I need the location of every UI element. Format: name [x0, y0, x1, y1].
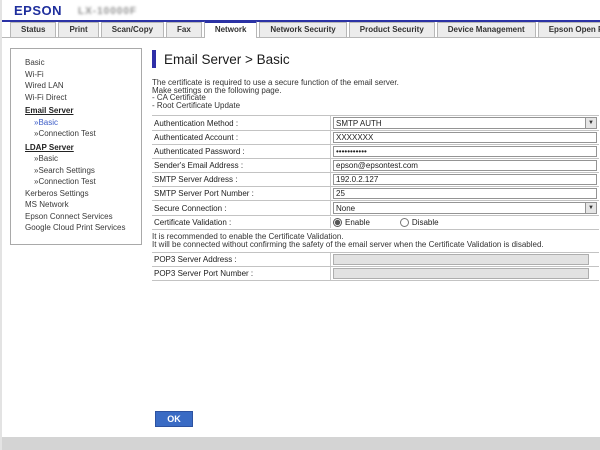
- dropdown-arrow-icon: ▼: [585, 118, 596, 128]
- form-row: Sender's Email Address :: [152, 159, 599, 173]
- tab-status[interactable]: Status: [10, 22, 56, 37]
- description-line: - Root Certificate Update: [152, 102, 599, 110]
- form-row: Authenticated Account :: [152, 131, 599, 145]
- form-row: Secure Connection : None ▼: [152, 201, 599, 216]
- title-accent-bar: [152, 50, 156, 68]
- epson-logo: EPSON: [14, 3, 62, 18]
- sidebar-item-ldap-basic[interactable]: »Basic: [25, 153, 137, 165]
- tab-product-security[interactable]: Product Security: [349, 22, 435, 37]
- field-label: Authenticated Password :: [152, 147, 330, 156]
- field-label: Authenticated Account :: [152, 133, 330, 142]
- tab-fax[interactable]: Fax: [166, 22, 202, 37]
- sidebar-item-google-cloud-print-services[interactable]: Google Cloud Print Services: [25, 222, 137, 234]
- description: The certificate is required to use a sec…: [152, 79, 599, 109]
- dropdown-arrow-icon: ▼: [585, 203, 596, 213]
- tab-device-management[interactable]: Device Management: [437, 22, 536, 37]
- field-label: Secure Connection :: [152, 204, 330, 213]
- pop3-form: POP3 Server Address : POP3 Server Port N…: [152, 252, 599, 281]
- tab-network[interactable]: Network: [204, 21, 258, 38]
- printer-model-label: LX-10000F: [78, 6, 137, 17]
- certificate-validation-note: It is recommended to enable the Certific…: [152, 233, 599, 248]
- field-label: SMTP Server Address :: [152, 175, 330, 184]
- sidebar-item-basic[interactable]: Basic: [25, 57, 137, 69]
- sidebar-item-wifi-direct[interactable]: Wi-Fi Direct: [25, 92, 137, 104]
- form-row: Certificate Validation : Enable Disable: [152, 216, 599, 230]
- field-label: SMTP Server Port Number :: [152, 189, 330, 198]
- form-row: POP3 Server Port Number :: [152, 267, 599, 281]
- certificate-validation-radio-group: Enable Disable: [333, 218, 465, 227]
- authenticated-account-input[interactable]: [333, 132, 597, 143]
- field-label: Authentication Method :: [152, 119, 330, 128]
- cert-validation-enable-option[interactable]: Enable: [333, 218, 370, 227]
- tab-bar: Status Print Scan/Copy Fax Network Netwo…: [2, 22, 600, 38]
- authentication-method-select[interactable]: SMTP AUTH ▼: [333, 117, 597, 129]
- sidebar-item-ldap-search-settings[interactable]: »Search Settings: [25, 165, 137, 177]
- header: EPSON LX-10000F: [2, 0, 600, 20]
- tab-print[interactable]: Print: [58, 22, 98, 37]
- sidebar-item-wired-lan[interactable]: Wired LAN: [25, 80, 137, 92]
- field-label: Certificate Validation :: [152, 218, 330, 227]
- pop3-server-port-input[interactable]: [333, 268, 589, 279]
- smtp-server-address-input[interactable]: [333, 174, 597, 185]
- smtp-server-port-input[interactable]: [333, 188, 597, 199]
- cert-validation-enable-radio[interactable]: [333, 218, 342, 227]
- tab-scan-copy[interactable]: Scan/Copy: [101, 22, 164, 37]
- main-panel: Email Server > Basic The certificate is …: [152, 50, 599, 281]
- note-line: It will be connected without confirming …: [152, 241, 599, 249]
- sidebar-item-epson-connect-services[interactable]: Epson Connect Services: [25, 211, 137, 223]
- sidebar-item-ldap-connection-test[interactable]: »Connection Test: [25, 176, 137, 188]
- sidebar-section-email-server[interactable]: Email Server: [25, 105, 137, 117]
- pop3-server-address-input[interactable]: [333, 254, 589, 265]
- email-server-form: Authentication Method : SMTP AUTH ▼ Auth…: [152, 115, 599, 230]
- form-row: POP3 Server Address :: [152, 253, 599, 267]
- form-row: SMTP Server Port Number :: [152, 187, 599, 201]
- authenticated-password-input[interactable]: [333, 146, 597, 157]
- sidebar-item-email-server-basic[interactable]: »Basic: [25, 117, 137, 129]
- page-title: Email Server > Basic: [164, 52, 290, 67]
- sidebar: Basic Wi-Fi Wired LAN Wi-Fi Direct Email…: [10, 48, 142, 245]
- tab-epson-open-platform[interactable]: Epson Open Platform: [538, 22, 600, 37]
- form-row: SMTP Server Address :: [152, 173, 599, 187]
- tab-network-security[interactable]: Network Security: [259, 22, 346, 37]
- description-line: Make settings on the following page.: [152, 87, 599, 95]
- ok-button[interactable]: OK: [155, 411, 193, 427]
- page: EPSON LX-10000F Status Print Scan/Copy F…: [0, 0, 600, 450]
- cert-validation-disable-radio[interactable]: [400, 218, 409, 227]
- secure-connection-select[interactable]: None ▼: [333, 202, 597, 214]
- sidebar-section-ldap-server[interactable]: LDAP Server: [25, 142, 137, 154]
- sidebar-item-kerberos-settings[interactable]: Kerberos Settings: [25, 188, 137, 200]
- senders-email-address-input[interactable]: [333, 160, 597, 171]
- form-row: Authentication Method : SMTP AUTH ▼: [152, 116, 599, 131]
- sidebar-item-ms-network[interactable]: MS Network: [25, 199, 137, 211]
- field-label: POP3 Server Port Number :: [152, 269, 330, 278]
- page-title-row: Email Server > Basic: [152, 50, 599, 68]
- sidebar-item-email-server-connection-test[interactable]: »Connection Test: [25, 128, 137, 140]
- field-label: POP3 Server Address :: [152, 255, 330, 264]
- form-row: Authenticated Password :: [152, 145, 599, 159]
- sidebar-item-wifi[interactable]: Wi-Fi: [25, 69, 137, 81]
- cert-validation-disable-option[interactable]: Disable: [400, 218, 439, 227]
- bottom-strip: [2, 437, 600, 450]
- field-label: Sender's Email Address :: [152, 161, 330, 170]
